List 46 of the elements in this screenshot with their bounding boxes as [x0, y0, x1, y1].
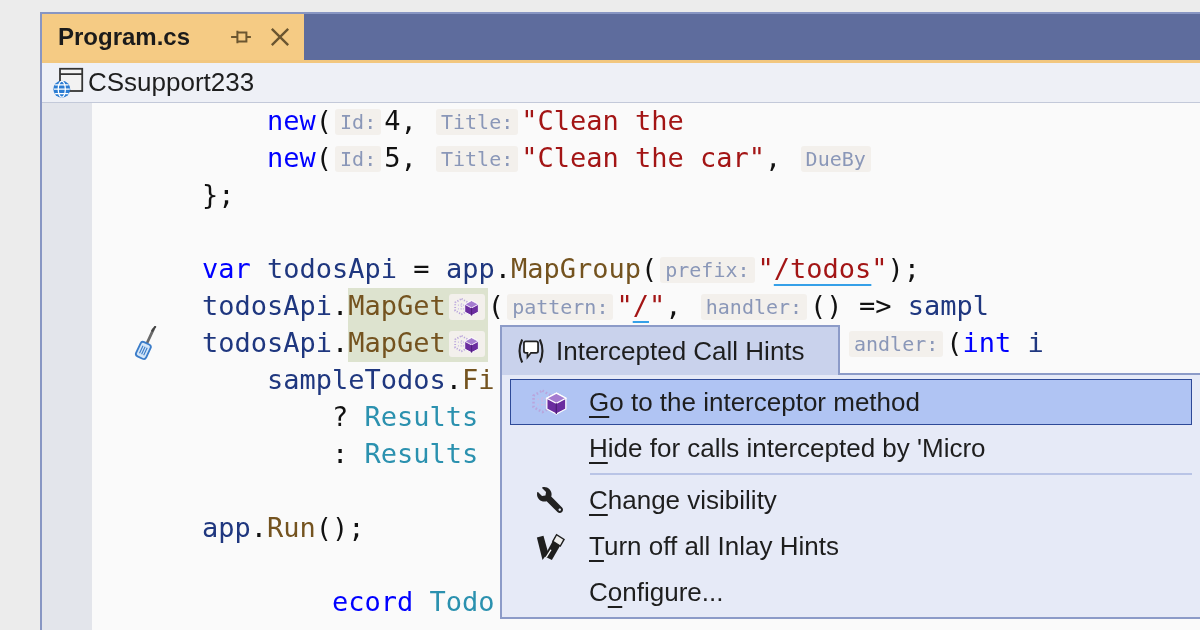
code-text: "Clean the car", [521, 141, 782, 176]
code-text: () => sampl [810, 289, 989, 324]
code-text: app.Run(); [202, 511, 365, 546]
interceptor-icon[interactable] [448, 330, 485, 357]
code-text: sampleTodos.Fi [267, 363, 495, 398]
file-tab[interactable]: Program.cs [42, 14, 304, 60]
code-text: "/todos"); [757, 252, 921, 287]
code-text: new( [267, 104, 333, 139]
inlay-hint: pattern: [507, 293, 614, 320]
code-text: ? Results [332, 400, 479, 435]
code-text: (int i [946, 326, 1044, 361]
menu-item[interactable]: Change visibility [510, 477, 1192, 523]
menu-item[interactable]: Turn off all Inlay Hints [510, 523, 1192, 569]
screwdriver-icon[interactable] [132, 326, 158, 361]
code-text: 5, [384, 141, 417, 176]
menu-item[interactable]: Hide for calls intercepted by 'Micro [510, 425, 1192, 471]
code-text: : Results [332, 437, 479, 472]
close-icon[interactable] [270, 27, 290, 47]
inlay-hint: DueBy [800, 145, 871, 172]
inlay-hint: andler: [849, 330, 944, 357]
code-text: 4, [384, 104, 417, 139]
interceptor-icon[interactable] [448, 293, 485, 320]
menu-item[interactable]: Go to the interceptor method [510, 379, 1192, 425]
code-text: todosApi.MapGet [202, 288, 446, 325]
code-text: todosApi.MapGet [202, 325, 446, 362]
wrench-icon [537, 487, 563, 513]
code-text: var todosApi = app.MapGroup( [202, 252, 658, 287]
project-dropdown[interactable]: CSsupport233 [52, 63, 255, 102]
inlay-hint: handler: [700, 293, 808, 320]
inlay-hint: prefix: [660, 256, 755, 283]
inlay-hint: Title: [436, 108, 519, 135]
menu-title: Intercepted Call Hints [556, 334, 805, 368]
inlay-hint: Title: [436, 145, 519, 172]
globe-window-icon [52, 66, 84, 99]
inlay-hint: Id: [335, 108, 382, 135]
code-text: new( [267, 141, 333, 176]
cubes-icon [531, 388, 569, 416]
code-text: "Clean the [521, 104, 684, 139]
code-text: ( [487, 289, 505, 324]
pin-icon[interactable] [230, 28, 252, 46]
menu-item[interactable]: Configure... [510, 569, 1192, 615]
code-text: ecord Todo [332, 585, 495, 620]
code-text: "/", [616, 289, 682, 324]
code-text: }; [202, 178, 235, 213]
inlay-hint: Id: [335, 145, 382, 172]
speech-bubble-icon [516, 336, 546, 366]
